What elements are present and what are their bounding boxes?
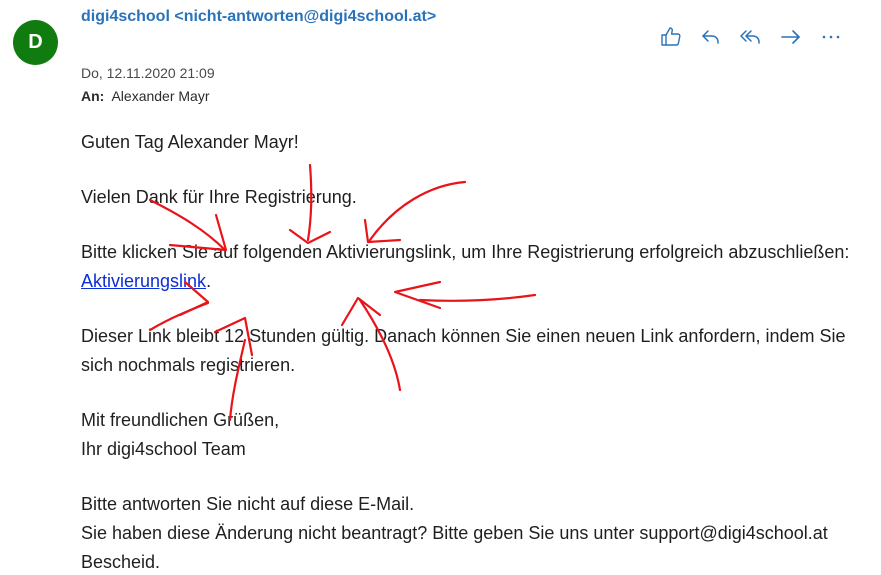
forward-icon [781, 30, 800, 44]
recipient-line: An: Alexander Mayr [81, 88, 210, 104]
email-reading-pane: D digi4school <nicht-antworten@digi4scho… [0, 0, 881, 575]
footer: Bitte antworten Sie nicht auf diese E-Ma… [81, 490, 871, 575]
activation-text: Bitte klicken Sie auf folgenden Aktivier… [81, 242, 850, 262]
sender-address[interactable]: digi4school <nicht-antworten@digi4school… [81, 6, 501, 28]
activation-paragraph: Bitte klicken Sie auf folgenden Aktivier… [81, 238, 871, 296]
footer-line-1: Bitte antworten Sie nicht auf diese E-Ma… [81, 494, 415, 514]
reply-all-button[interactable] [731, 22, 771, 52]
closing-line-1: Mit freundlichen Grüßen, [81, 410, 280, 430]
sender-initial: D [28, 31, 43, 53]
sender-avatar[interactable]: D [13, 20, 58, 65]
reply-icon [702, 30, 719, 44]
forward-button[interactable] [771, 22, 811, 52]
reply-button[interactable] [691, 22, 731, 52]
footer-line-2: Sie haben diese Änderung nicht beantragt… [81, 523, 828, 572]
like-icon [661, 27, 681, 46]
like-button[interactable] [651, 22, 691, 52]
more-icon [822, 35, 840, 39]
reply-all-icon [740, 30, 760, 44]
greeting-text: Guten Tag Alexander Mayr! [81, 132, 299, 152]
thanks-text: Vielen Dank für Ihre Registrierung. [81, 187, 357, 207]
recipient-name[interactable]: Alexander Mayr [111, 88, 209, 104]
email-date: Do, 12.11.2020 21:09 [81, 65, 215, 81]
activation-link[interactable]: Aktivierungslink [81, 271, 206, 291]
recipient-label: An: [81, 88, 105, 104]
activation-text-end: . [206, 271, 212, 291]
closing-line-2: Ihr digi4school Team [81, 439, 246, 459]
email-body: Guten Tag Alexander Mayr! Vielen Dank fü… [81, 128, 871, 575]
message-actions [651, 22, 851, 52]
more-button[interactable] [811, 22, 851, 52]
validity-text: Dieser Link bleibt 12 Stunden gültig. Da… [81, 326, 846, 375]
closing: Mit freundlichen Grüßen, Ihr digi4school… [81, 406, 871, 464]
